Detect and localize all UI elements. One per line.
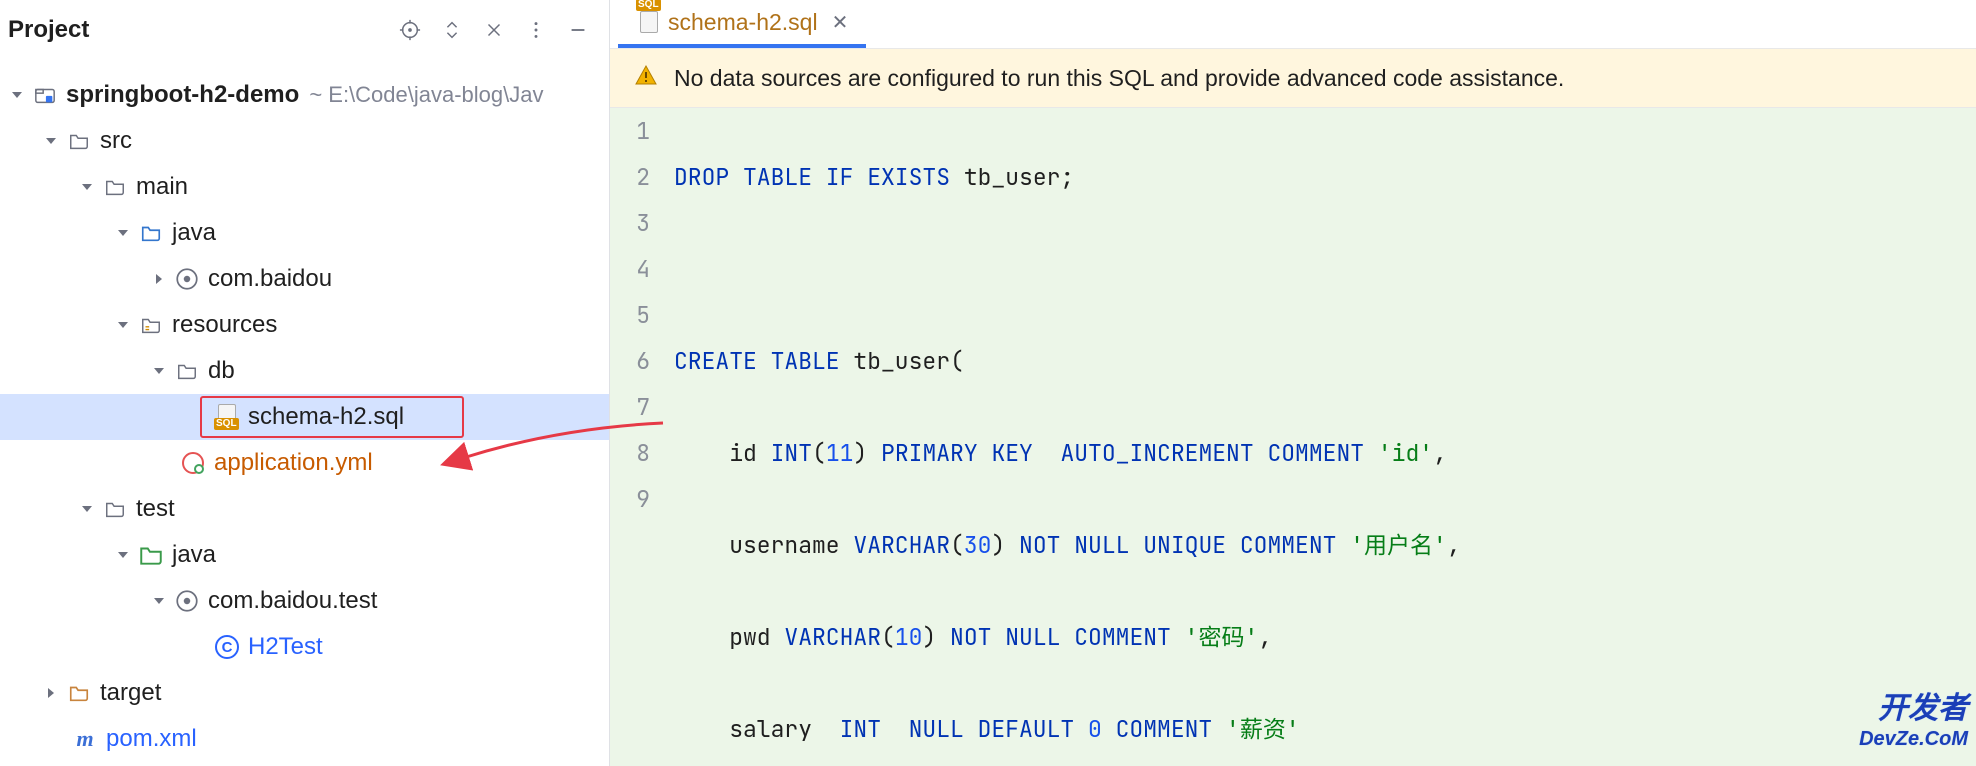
line-number: 2 [610, 154, 650, 200]
tree-node-java-test[interactable]: java [0, 532, 609, 578]
tree-node-java-main[interactable]: java [0, 210, 609, 256]
tree-label: java [172, 219, 216, 247]
test-source-folder-icon [138, 542, 164, 568]
editor-tabs: SQL schema-h2.sql ✕ [610, 0, 1976, 48]
line-number: 1 [610, 108, 650, 154]
warning-icon [634, 63, 658, 93]
line-number: 7 [610, 384, 650, 430]
folder-icon [66, 128, 92, 154]
class-icon: C [214, 634, 240, 660]
expand-collapse-icon[interactable] [431, 9, 473, 51]
tree-node-pom[interactable]: m pom.xml [0, 716, 609, 762]
tree-node-test[interactable]: test [0, 486, 609, 532]
options-icon[interactable] [515, 9, 557, 51]
package-icon [174, 266, 200, 292]
chevron-down-icon[interactable] [148, 363, 170, 379]
tree-label: com.baidou.test [208, 587, 377, 615]
tree-label: application.yml [214, 449, 373, 477]
code-editor[interactable]: 1 2 3 4 5 6 7 8 9 DROP TABLE IF EXISTS t… [610, 108, 1976, 766]
chevron-right-icon[interactable] [40, 685, 62, 701]
tree-node-project-root[interactable]: springboot-h2-demo ~ E:\Code\java-blog\J… [0, 72, 609, 118]
chevron-down-icon[interactable] [76, 501, 98, 517]
chevron-down-icon[interactable] [148, 593, 170, 609]
folder-icon [174, 358, 200, 384]
tree-label: db [208, 357, 235, 385]
tree-node-main[interactable]: main [0, 164, 609, 210]
line-number: 9 [610, 476, 650, 522]
tree-node-resources[interactable]: resources [0, 302, 609, 348]
tree-node-target[interactable]: target [0, 670, 609, 716]
tree-label: pom.xml [106, 725, 197, 753]
maven-icon: m [72, 726, 98, 752]
project-icon [32, 82, 58, 108]
project-view-title[interactable]: Project [8, 16, 89, 44]
sql-file-icon: SQL [214, 404, 240, 430]
tree-node-db[interactable]: db [0, 348, 609, 394]
line-number: 6 [610, 338, 650, 384]
source-folder-icon [138, 220, 164, 246]
chevron-down-icon[interactable] [112, 547, 134, 563]
close-icon[interactable]: ✕ [832, 10, 849, 35]
collapse-all-icon[interactable] [473, 9, 515, 51]
tree-label: target [100, 679, 161, 707]
tree-label: resources [172, 311, 277, 339]
chevron-down-icon[interactable] [6, 87, 28, 103]
minimize-icon[interactable] [557, 9, 599, 51]
locate-icon[interactable] [389, 9, 431, 51]
tree-label: test [136, 495, 175, 523]
project-tool-window: Project [0, 0, 610, 766]
chevron-down-icon[interactable] [112, 317, 134, 333]
excluded-folder-icon [66, 680, 92, 706]
project-header: Project [0, 0, 609, 60]
tree-label: schema-h2.sql [248, 403, 404, 431]
editor-tab-schema-sql[interactable]: SQL schema-h2.sql ✕ [618, 0, 866, 48]
project-tree[interactable]: springboot-h2-demo ~ E:\Code\java-blog\J… [0, 60, 609, 766]
tree-path-hint: ~ E:\Code\java-blog\Jav [309, 82, 543, 108]
folder-icon [102, 496, 128, 522]
chevron-down-icon[interactable] [76, 179, 98, 195]
banner-text: No data sources are configured to run th… [674, 65, 1564, 92]
tree-label: main [136, 173, 188, 201]
sql-file-icon: SQL [636, 11, 658, 33]
tab-label: schema-h2.sql [668, 9, 818, 36]
chevron-down-icon[interactable] [40, 133, 62, 149]
tree-node-package-test[interactable]: com.baidou.test [0, 578, 609, 624]
chevron-right-icon[interactable] [148, 271, 170, 287]
datasource-warning-banner[interactable]: No data sources are configured to run th… [610, 48, 1976, 108]
tree-label: src [100, 127, 132, 155]
editor-content[interactable]: DROP TABLE IF EXISTS tb_user; CREATE TAB… [666, 108, 1976, 766]
resources-folder-icon [138, 312, 164, 338]
chevron-down-icon[interactable] [112, 225, 134, 241]
package-icon [174, 588, 200, 614]
tree-node-package-main[interactable]: com.baidou [0, 256, 609, 302]
tree-label: H2Test [248, 633, 323, 661]
folder-icon [102, 174, 128, 200]
tree-label: java [172, 541, 216, 569]
line-number: 5 [610, 292, 650, 338]
line-number: 8 [610, 430, 650, 476]
line-number: 4 [610, 246, 650, 292]
spring-config-icon [180, 450, 206, 476]
tree-node-schema-sql[interactable]: SQL schema-h2.sql [0, 394, 609, 440]
tree-label: springboot-h2-demo [66, 81, 299, 109]
tree-node-application-yml[interactable]: application.yml [0, 440, 609, 486]
line-number: 3 [610, 200, 650, 246]
editor-gutter: 1 2 3 4 5 6 7 8 9 [610, 108, 666, 766]
editor-area: SQL schema-h2.sql ✕ No data sources are … [610, 0, 1976, 766]
tree-label: com.baidou [208, 265, 332, 293]
tree-node-src[interactable]: src [0, 118, 609, 164]
tree-node-h2test-class[interactable]: C H2Test [0, 624, 609, 670]
